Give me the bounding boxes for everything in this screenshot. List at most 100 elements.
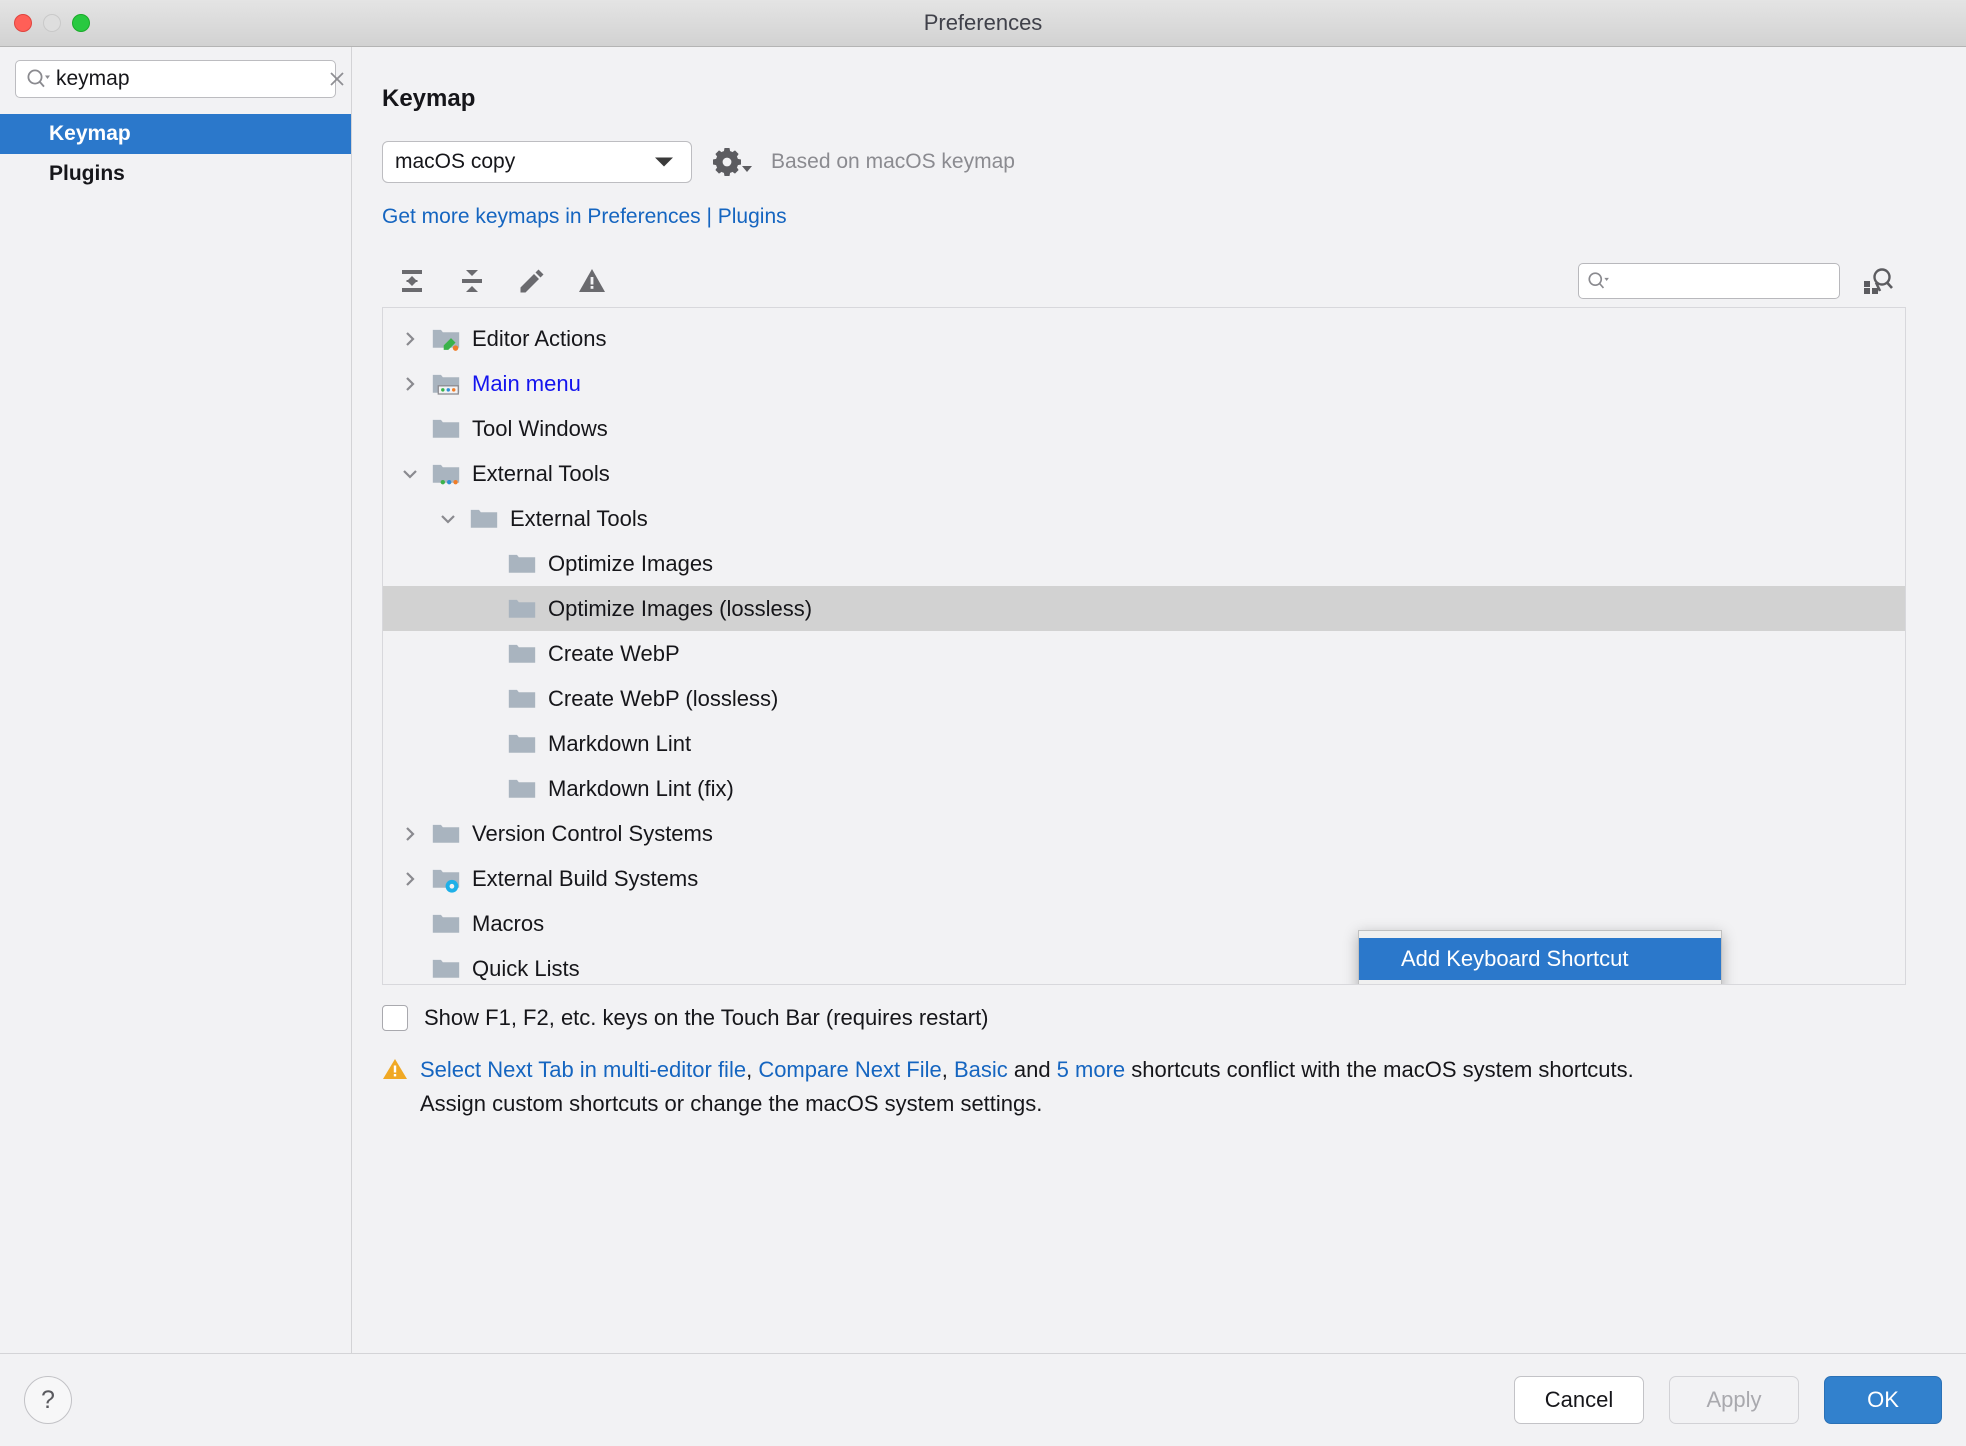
- chevron-right-icon[interactable]: [391, 329, 429, 349]
- touchbar-checkbox-row: Show F1, F2, etc. keys on the Touch Bar …: [382, 1005, 1966, 1031]
- conflict-link-compare-next-file[interactable]: Compare Next File: [758, 1057, 941, 1082]
- keymap-tree[interactable]: Editor Actions Main menu Tool Windows Exter…: [382, 307, 1906, 985]
- chevron-down-icon[interactable]: [391, 464, 429, 484]
- tree-row-label: Main menu: [472, 371, 581, 397]
- folder-menu-icon: [429, 369, 463, 399]
- conflict-link-5-more[interactable]: 5 more: [1057, 1057, 1125, 1082]
- conflict-link-basic[interactable]: Basic: [954, 1057, 1008, 1082]
- tree-row-label: Optimize Images (lossless): [548, 596, 812, 622]
- folder-plain-icon: [505, 549, 539, 579]
- expand-all-icon: [396, 265, 428, 297]
- folder-plain-icon: [505, 594, 539, 624]
- folder-tools-icon: [429, 459, 463, 489]
- search-icon: [26, 68, 50, 90]
- conflict-mid-text: and: [1008, 1057, 1057, 1082]
- sidebar-item-plugins[interactable]: Plugins: [0, 154, 351, 194]
- shortcut-search-input[interactable]: [1614, 270, 1859, 292]
- window-title: Preferences: [0, 10, 1966, 36]
- tree-row-label: External Tools: [510, 506, 648, 532]
- search-icon: [1587, 271, 1609, 291]
- help-button[interactable]: ?: [24, 1376, 72, 1424]
- tree-row[interactable]: Optimize Images (lossless): [383, 586, 1905, 631]
- chevron-down-icon: [655, 158, 673, 167]
- show-conflicts-button[interactable]: [572, 261, 612, 301]
- tree-row-label: External Build Systems: [472, 866, 698, 892]
- cancel-button[interactable]: Cancel: [1514, 1376, 1644, 1424]
- keymap-dropdown-value: macOS copy: [395, 150, 515, 174]
- conflict-notice: Select Next Tab in multi-editor file, Co…: [382, 1053, 1966, 1121]
- window-body: Keymap Plugins Keymap macOS copy: [0, 47, 1966, 1353]
- context-menu-item-add-keyboard-shortcut[interactable]: Add Keyboard Shortcut: [1359, 938, 1721, 980]
- chevron-down-icon[interactable]: [429, 509, 467, 529]
- folder-editor-icon: [429, 324, 463, 354]
- edit-shortcut-button[interactable]: [512, 261, 552, 301]
- keymap-settings-button[interactable]: [710, 145, 753, 179]
- collapse-all-button[interactable]: [452, 261, 492, 301]
- conflict-sep: ,: [746, 1057, 758, 1082]
- preferences-window: Preferences: [0, 0, 1966, 1446]
- tree-row-label: Tool Windows: [472, 416, 608, 442]
- sidebar-list: Keymap Plugins: [0, 114, 351, 194]
- tree-row[interactable]: Create WebP: [383, 631, 1905, 676]
- tree-row[interactable]: Main menu: [383, 361, 1905, 406]
- conflict-tail-text: shortcuts conflict with the macOS system…: [1125, 1057, 1634, 1082]
- tree-row-label: Macros: [472, 911, 544, 937]
- context-menu[interactable]: Add Keyboard Shortcut Add Mouse Shortcut…: [1358, 930, 1722, 985]
- tree-row[interactable]: External Build Systems: [383, 856, 1905, 901]
- find-by-shortcut-button[interactable]: [1856, 261, 1900, 301]
- folder-build-icon: [429, 864, 463, 894]
- tree-row-label: Optimize Images: [548, 551, 713, 577]
- chevron-right-icon[interactable]: [391, 374, 429, 394]
- tree-row[interactable]: Optimize Images: [383, 541, 1905, 586]
- clear-icon[interactable]: [327, 68, 347, 90]
- tree-row[interactable]: Editor Actions: [383, 316, 1905, 361]
- chevron-right-icon[interactable]: [391, 824, 429, 844]
- expand-all-button[interactable]: [392, 261, 432, 301]
- sidebar-search-box[interactable]: [15, 60, 336, 98]
- tree-row[interactable]: Tool Windows: [383, 406, 1905, 451]
- conflict-link-select-next-tab[interactable]: Select Next Tab in multi-editor file: [420, 1057, 746, 1082]
- ok-button[interactable]: OK: [1824, 1376, 1942, 1424]
- folder-plain-icon: [429, 954, 463, 984]
- keymap-dropdown[interactable]: macOS copy: [382, 141, 692, 183]
- keymap-selector-row: macOS copy Based on macOS keymap: [382, 141, 1966, 183]
- tree-row[interactable]: Markdown Lint: [383, 721, 1905, 766]
- conflicts-icon: [576, 265, 608, 297]
- edit-shortcut-icon: [516, 265, 548, 297]
- sidebar-item-label: Plugins: [49, 162, 125, 186]
- tree-row-label: Version Control Systems: [472, 821, 713, 847]
- tree-row[interactable]: Markdown Lint (fix): [383, 766, 1905, 811]
- tree-row[interactable]: External Tools: [383, 451, 1905, 496]
- conflict-sep: ,: [942, 1057, 954, 1082]
- tree-row-label: Markdown Lint (fix): [548, 776, 734, 802]
- folder-plain-icon: [429, 909, 463, 939]
- tree-row-label: Editor Actions: [472, 326, 607, 352]
- tree-row-label: Create WebP: [548, 641, 680, 667]
- tree-row[interactable]: External Tools: [383, 496, 1905, 541]
- conflict-line-2: Assign custom shortcuts or change the ma…: [420, 1087, 1634, 1121]
- title-bar: Preferences: [0, 0, 1966, 47]
- folder-plain-icon: [505, 684, 539, 714]
- folder-plain-icon: [505, 639, 539, 669]
- sidebar-search-input[interactable]: [56, 67, 327, 91]
- warning-icon: [382, 1053, 408, 1121]
- get-more-keymaps-link[interactable]: Get more keymaps in Preferences | Plugin…: [382, 205, 1966, 229]
- tree-toolbar-buttons: [382, 261, 612, 301]
- folder-plain-icon: [505, 774, 539, 804]
- tree-row[interactable]: Create WebP (lossless): [383, 676, 1905, 721]
- shortcut-search-box[interactable]: [1578, 263, 1840, 299]
- context-menu-item-label: Add Keyboard Shortcut: [1401, 946, 1628, 972]
- chevron-right-icon[interactable]: [391, 869, 429, 889]
- apply-button[interactable]: Apply: [1669, 1376, 1799, 1424]
- touchbar-checkbox[interactable]: [382, 1005, 408, 1031]
- touchbar-checkbox-label: Show F1, F2, etc. keys on the Touch Bar …: [424, 1005, 989, 1031]
- gear-icon: [710, 145, 744, 179]
- folder-plain-icon: [429, 819, 463, 849]
- tree-row-label: Markdown Lint: [548, 731, 691, 757]
- sidebar-item-keymap[interactable]: Keymap: [0, 114, 351, 154]
- chevron-down-icon: [741, 163, 753, 175]
- collapse-all-icon: [456, 265, 488, 297]
- conflict-line-1: Select Next Tab in multi-editor file, Co…: [420, 1053, 1634, 1087]
- tree-row[interactable]: Version Control Systems: [383, 811, 1905, 856]
- tree-row-label: Quick Lists: [472, 956, 580, 982]
